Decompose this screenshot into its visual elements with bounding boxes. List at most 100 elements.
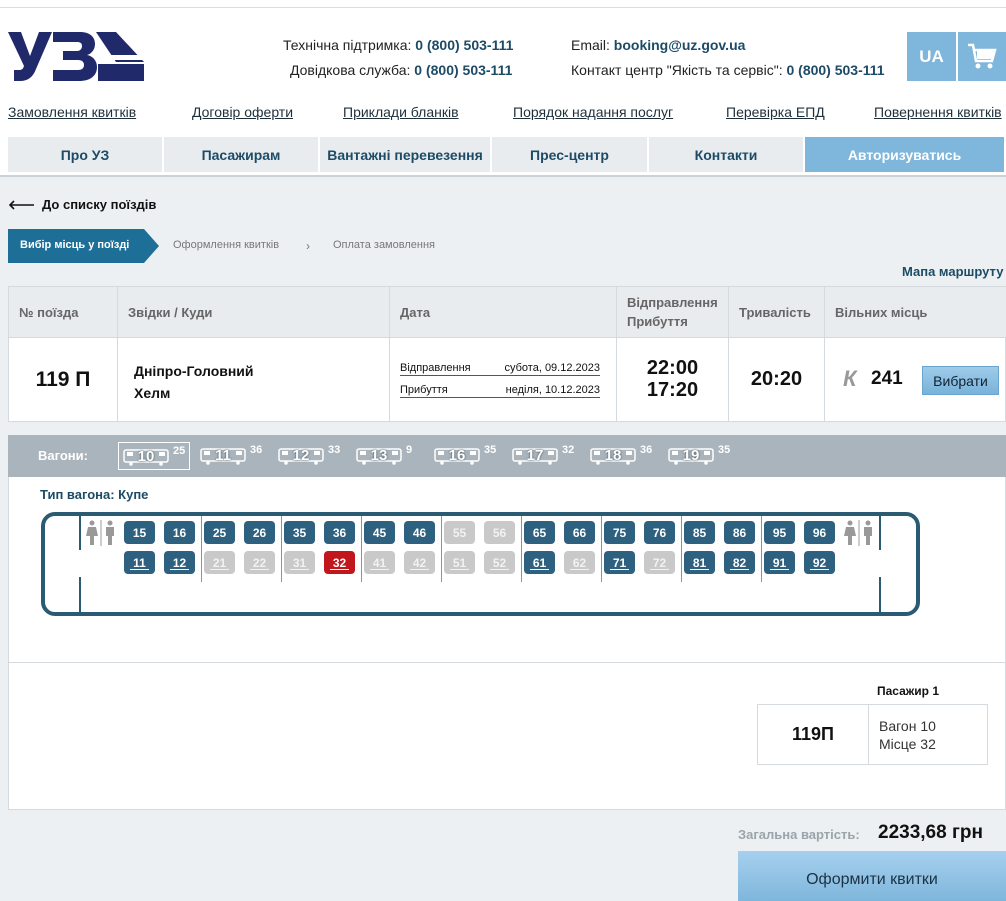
- seat-26[interactable]: 26: [244, 521, 275, 544]
- link-blank-samples[interactable]: Приклади бланків: [343, 104, 459, 120]
- link-refund[interactable]: Повернення квитків: [874, 104, 1002, 120]
- nav-about[interactable]: Про УЗ: [8, 137, 162, 172]
- email-label: Email:: [571, 37, 610, 53]
- nav-passengers[interactable]: Пасажирам: [164, 137, 318, 172]
- compartment-divider: [361, 516, 362, 582]
- passenger-panel: Пасажир 1 119П Вагон 10 Місце 32: [8, 662, 1006, 810]
- train-number: 119 П: [9, 337, 118, 421]
- seat-12[interactable]: 12: [164, 551, 195, 574]
- seat-32[interactable]: 32: [324, 551, 355, 574]
- email-link[interactable]: booking@uz.gov.ua: [614, 37, 746, 53]
- free-seats-cell: К 241 Вибрати: [825, 337, 1006, 421]
- seat-71[interactable]: 71: [604, 551, 635, 574]
- top-links: Замовлення квитків Договір оферти Прикла…: [0, 104, 1006, 122]
- seat-36[interactable]: 36: [324, 521, 355, 544]
- info-label: Довідкова служба:: [290, 62, 411, 78]
- seat-61[interactable]: 61: [524, 551, 555, 574]
- passenger-wagon: Вагон 10: [879, 718, 936, 734]
- route-from: Дніпро-Головний: [134, 363, 254, 379]
- step-checkout: Оформлення квитків: [173, 239, 280, 251]
- wagon-divider: [879, 577, 881, 612]
- arrival-date-row: Прибуття неділя, 10.12.2023: [400, 384, 600, 398]
- compartment-divider: [281, 516, 282, 582]
- wagon-19-button[interactable]: 19 35: [664, 442, 736, 470]
- departure-date: субота, 09.12.2023: [504, 362, 601, 374]
- choose-button[interactable]: Вибрати: [922, 366, 999, 395]
- seat-92[interactable]: 92: [804, 551, 835, 574]
- wagon-number: 12: [292, 447, 310, 464]
- seat-95[interactable]: 95: [764, 521, 795, 544]
- uz-logo[interactable]: [8, 32, 144, 82]
- checkout-button[interactable]: Оформити квитки: [738, 851, 1006, 901]
- nav-cargo[interactable]: Вантажні перевезення: [320, 137, 490, 172]
- wagon-17-button[interactable]: 17 32: [508, 442, 580, 470]
- link-offer[interactable]: Договір оферти: [192, 104, 293, 120]
- seat-75[interactable]: 75: [604, 521, 635, 544]
- contact-phone[interactable]: 0 (800) 503-111: [786, 62, 884, 78]
- compartment-divider: [201, 516, 202, 582]
- seat-25[interactable]: 25: [204, 521, 235, 544]
- seat-82[interactable]: 82: [724, 551, 755, 574]
- seat-76[interactable]: 76: [644, 521, 675, 544]
- link-services[interactable]: Порядок надання послуг: [513, 104, 673, 120]
- seat-35[interactable]: 35: [284, 521, 315, 544]
- arrival-label: Прибуття: [400, 384, 448, 396]
- seat-86[interactable]: 86: [724, 521, 755, 544]
- col-duration: Тривалість: [729, 287, 825, 337]
- departure-time: 22:00: [646, 357, 699, 379]
- language-button[interactable]: UA: [907, 32, 956, 81]
- seat-72: 72: [644, 551, 675, 574]
- contact-line: Контакт центр "Якість та сервіс": 0 (800…: [571, 62, 885, 78]
- wagon-free-count: 36: [640, 444, 653, 456]
- step-payment: Оплата замовлення: [333, 239, 435, 251]
- nav-contacts[interactable]: Контакти: [649, 137, 803, 172]
- wagon-10-button[interactable]: 10 25: [118, 442, 190, 470]
- wagon-16-button[interactable]: 16 35: [430, 442, 502, 470]
- seat-11[interactable]: 11: [124, 551, 155, 574]
- wagon-number: 13: [370, 447, 388, 464]
- seat-91[interactable]: 91: [764, 551, 795, 574]
- contact-label: Контакт центр "Якість та сервіс":: [571, 62, 783, 78]
- col-train-number: № поїзда: [9, 287, 118, 337]
- passenger-title: Пасажир 1: [877, 684, 940, 698]
- seat-45[interactable]: 45: [364, 521, 395, 544]
- seat-31: 31: [284, 551, 315, 574]
- seat-21: 21: [204, 551, 235, 574]
- wagon-free-count: 33: [328, 444, 341, 456]
- nav-press[interactable]: Прес-центр: [492, 137, 647, 172]
- seat-16[interactable]: 16: [164, 521, 195, 544]
- info-phone[interactable]: 0 (800) 503-111: [414, 62, 512, 78]
- seat-96[interactable]: 96: [804, 521, 835, 544]
- wagon-13-button[interactable]: 13 9: [352, 442, 424, 470]
- seat-66[interactable]: 66: [564, 521, 595, 544]
- wagon-12-button[interactable]: 12 33: [274, 442, 346, 470]
- step1-label: Вибір місць у поїзді: [20, 239, 130, 251]
- departure-date-row: Відправлення субота, 09.12.2023: [400, 362, 600, 376]
- arrow-left-icon: [8, 199, 34, 210]
- seat-46[interactable]: 46: [404, 521, 435, 544]
- seat-56: 56: [484, 521, 515, 544]
- compartment-divider: [521, 516, 522, 582]
- compartment-divider: [601, 516, 602, 582]
- wagon-scheme-panel: Тип вагона: Купе 15 16 25 26 35 36 45 46 55 56 65 6…: [8, 477, 1006, 662]
- link-check-epd[interactable]: Перевірка ЕПД: [726, 104, 825, 120]
- class-badge: К: [843, 366, 857, 391]
- cart-button[interactable]: [958, 32, 1006, 81]
- info-line: Довідкова служба: 0 (800) 503-111: [290, 62, 512, 78]
- route-map-link[interactable]: Мапа маршруту: [902, 264, 1003, 279]
- wagon-11-button[interactable]: 11 36: [196, 442, 268, 470]
- link-order-tickets[interactable]: Замовлення квитків: [8, 104, 136, 120]
- nav-login[interactable]: Авторизуватись: [805, 137, 1004, 172]
- back-to-trains-link[interactable]: До списку поїздів: [8, 197, 156, 212]
- seat-81[interactable]: 81: [684, 551, 715, 574]
- departure-label: Відправлення: [400, 362, 471, 374]
- total-value: 2233,68 грн: [878, 822, 983, 843]
- compartment-divider: [681, 516, 682, 582]
- seat-65[interactable]: 65: [524, 521, 555, 544]
- seat-15[interactable]: 15: [124, 521, 155, 544]
- support-phone[interactable]: 0 (800) 503-111: [415, 37, 513, 53]
- chevron-right-icon: ›: [306, 239, 310, 253]
- wagon-18-button[interactable]: 18 36: [586, 442, 658, 470]
- date-cell: Відправлення субота, 09.12.2023 Прибуття н…: [390, 337, 617, 421]
- seat-85[interactable]: 85: [684, 521, 715, 544]
